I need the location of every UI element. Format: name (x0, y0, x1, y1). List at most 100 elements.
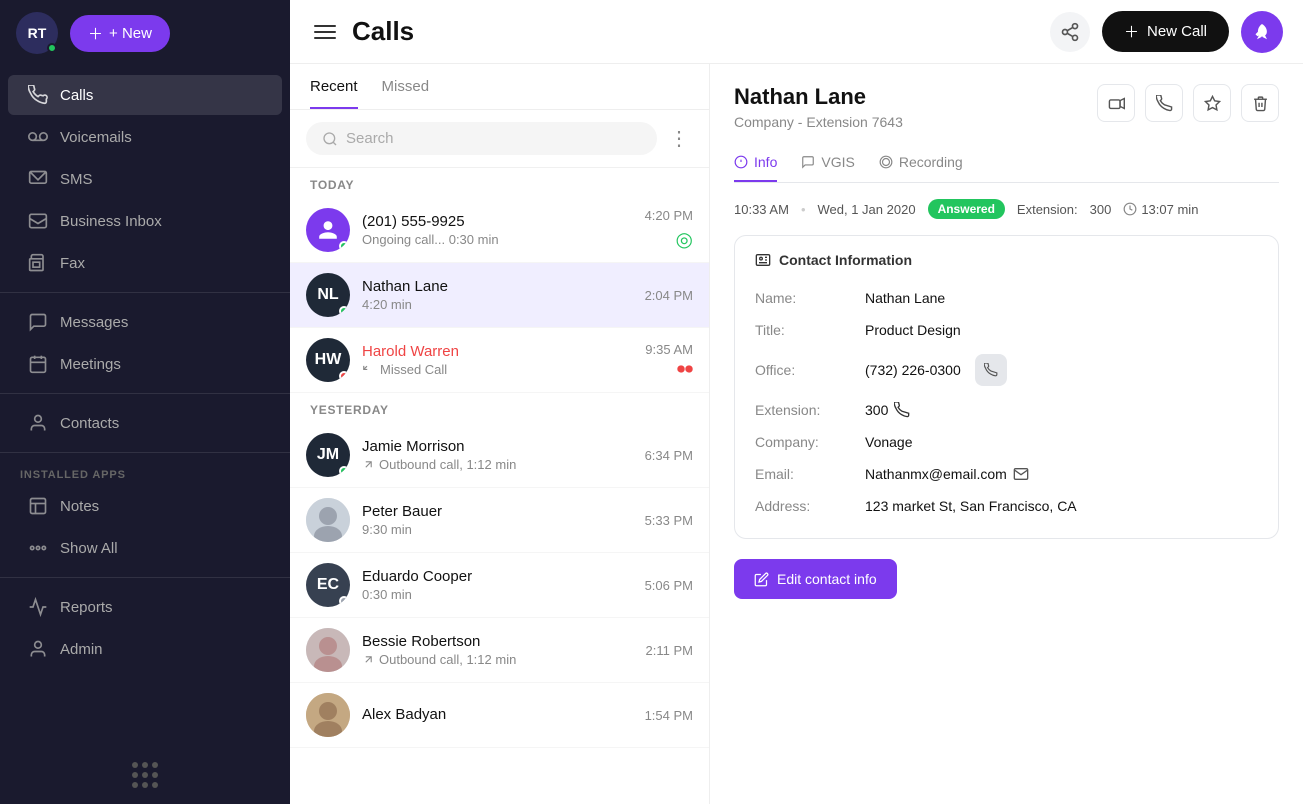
sidebar-item-contacts[interactable]: Contacts (8, 403, 282, 443)
sidebar-item-admin[interactable]: Admin (8, 629, 282, 669)
sidebar-item-label: Meetings (60, 356, 121, 373)
new-call-label: New Call (1147, 23, 1207, 40)
topbar: Calls ＋ New Call (290, 0, 1303, 64)
page-title: Calls (352, 16, 1038, 47)
call-info: Harold Warren Missed Call (362, 343, 633, 377)
call-meta-row: 10:33 AM • Wed, 1 Jan 2020 Answered Exte… (734, 199, 1279, 219)
person-icon (317, 219, 339, 241)
detail-name: Nathan Lane (734, 84, 903, 110)
dots-grid-icon[interactable] (132, 762, 158, 788)
detail-panel: Nathan Lane Company - Extension 7643 (710, 64, 1303, 804)
call-avatar: HW (306, 338, 350, 382)
call-date-label: Wed, 1 Jan 2020 (818, 202, 916, 217)
sidebar-item-label: Admin (60, 641, 103, 658)
person-photo-placeholder (306, 628, 350, 672)
sidebar-item-label: Business Inbox (60, 213, 162, 230)
call-item[interactable]: HW Harold Warren Missed Call 9:35 AM ⏺⏺ (290, 328, 709, 393)
detail-tabs: Info VGIS Recording (734, 146, 1279, 183)
call-item[interactable]: Bessie Robertson Outbound call, 1:12 min… (290, 618, 709, 683)
sidebar-header: RT ＋ + New (0, 0, 290, 66)
sidebar-item-label: Messages (60, 314, 128, 331)
new-call-button[interactable]: ＋ New Call (1102, 11, 1229, 52)
extension-label: Extension: (1017, 202, 1078, 217)
email-icon (1013, 466, 1029, 482)
voicemail-icon (28, 127, 48, 147)
new-button[interactable]: ＋ + New (70, 15, 170, 52)
sidebar-item-calls[interactable]: Calls (8, 75, 282, 115)
menu-icon[interactable] (310, 21, 340, 43)
call-item[interactable]: Alex Badyan 1:54 PM (290, 683, 709, 748)
phone-button[interactable] (1145, 84, 1183, 122)
calls-list: TODAY (201) 555-9925 Ongoing call... 0:3… (290, 168, 709, 804)
call-avatar (306, 628, 350, 672)
calls-search-bar: ⋮ (290, 110, 709, 168)
tab-missed[interactable]: Missed (382, 64, 430, 109)
video-call-button[interactable] (1097, 84, 1135, 122)
call-time-label: 10:33 AM (734, 202, 789, 217)
edit-icon (754, 572, 769, 587)
sidebar-item-label: Reports (60, 599, 113, 616)
trash-icon (1252, 95, 1269, 112)
admin-icon (28, 639, 48, 659)
sidebar-nav: Calls Voicemails SMS Business Inbox Fax … (0, 66, 290, 746)
rocket-icon (1253, 23, 1271, 41)
rocket-button[interactable] (1241, 11, 1283, 53)
sidebar-item-label: Voicemails (60, 129, 132, 146)
sidebar-item-label: Fax (60, 255, 85, 272)
person-photo-placeholder (306, 498, 350, 542)
call-info: (201) 555-9925 Ongoing call... 0:30 min (362, 213, 633, 247)
call-sub: Outbound call, 1:12 min (362, 652, 634, 667)
office-call-button[interactable] (975, 354, 1007, 386)
info-icon (734, 155, 748, 169)
call-meta: 2:04 PM (645, 288, 693, 303)
connections-icon-button[interactable] (1050, 12, 1090, 52)
call-item[interactable]: NL Nathan Lane 4:20 min 2:04 PM (290, 263, 709, 328)
tab-vgis[interactable]: VGIS (801, 146, 854, 182)
reports-icon (28, 597, 48, 617)
sidebar-item-notes[interactable]: Notes (8, 486, 282, 526)
topbar-actions: ＋ New Call (1050, 11, 1283, 53)
status-dot (339, 306, 349, 316)
section-label-yesterday: YESTERDAY (290, 393, 709, 423)
tab-recording[interactable]: Recording (879, 146, 963, 182)
edit-contact-button[interactable]: Edit contact info (734, 559, 897, 599)
call-item[interactable]: Peter Bauer 9:30 min 5:33 PM (290, 488, 709, 553)
call-name: (201) 555-9925 (362, 213, 633, 230)
star-button[interactable] (1193, 84, 1231, 122)
call-avatar: NL (306, 273, 350, 317)
status-dot (339, 241, 349, 251)
call-name: Peter Bauer (362, 503, 633, 520)
sidebar-bottom (0, 746, 290, 804)
status-dot (339, 596, 349, 606)
sidebar-item-show-all[interactable]: Show All (8, 528, 282, 568)
search-input[interactable] (346, 130, 641, 147)
tab-recent[interactable]: Recent (310, 64, 358, 109)
edit-contact-label: Edit contact info (777, 571, 877, 587)
sidebar-item-messages[interactable]: Messages (8, 302, 282, 342)
sidebar-item-reports[interactable]: Reports (8, 587, 282, 627)
detail-actions (1097, 84, 1279, 122)
call-item[interactable]: (201) 555-9925 Ongoing call... 0:30 min … (290, 198, 709, 263)
call-info: Jamie Morrison Outbound call, 1:12 min (362, 438, 633, 472)
call-name: Eduardo Cooper (362, 568, 633, 585)
sidebar-item-label: Contacts (60, 415, 119, 432)
section-label-today: TODAY (290, 168, 709, 198)
tab-info[interactable]: Info (734, 146, 777, 182)
info-row-address: Address: 123 market St, San Francisco, C… (755, 490, 1258, 522)
call-item[interactable]: EC Eduardo Cooper 0:30 min 5:06 PM (290, 553, 709, 618)
contacts-icon (28, 413, 48, 433)
call-info: Eduardo Cooper 0:30 min (362, 568, 633, 602)
sidebar-item-voicemails[interactable]: Voicemails (8, 117, 282, 157)
sidebar-item-sms[interactable]: SMS (8, 159, 282, 199)
sidebar-item-label: SMS (60, 171, 93, 188)
more-options-icon[interactable]: ⋮ (665, 122, 693, 155)
call-item[interactable]: JM Jamie Morrison Outbound call, 1:12 mi… (290, 423, 709, 488)
sidebar-item-fax[interactable]: Fax (8, 243, 282, 283)
delete-button[interactable] (1241, 84, 1279, 122)
info-row-email: Email: Nathanmx@email.com (755, 458, 1258, 490)
missed-call-icon (362, 363, 376, 377)
sidebar-item-business-inbox[interactable]: Business Inbox (8, 201, 282, 241)
meetings-icon (28, 354, 48, 374)
outbound-icon (362, 458, 375, 471)
sidebar-item-meetings[interactable]: Meetings (8, 344, 282, 384)
